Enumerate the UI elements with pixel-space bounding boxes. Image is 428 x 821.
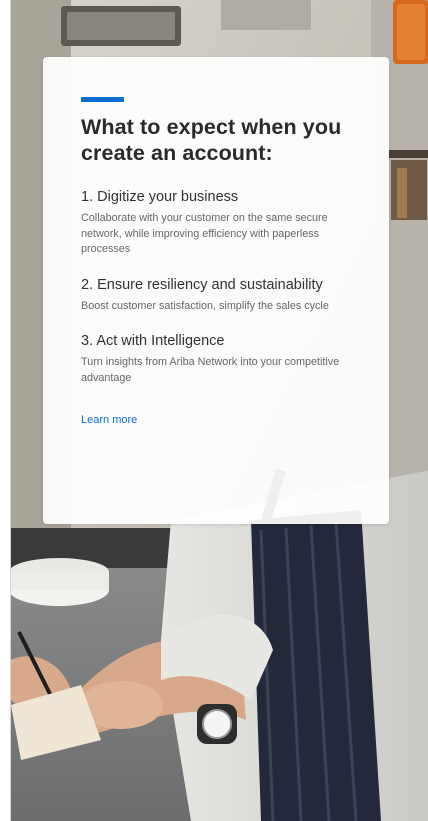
step-description: Turn insights from Ariba Network into yo… [81,356,340,384]
step-1: 1. Digitize your business Collaborate wi… [81,188,351,258]
step-description: Boost customer satisfaction, simplify th… [81,299,329,312]
card-title: What to expect when you create an accoun… [81,115,342,165]
accent-bar [81,97,124,102]
learn-more-link[interactable]: Learn more [81,414,137,426]
step-description: Collaborate with your customer on the sa… [81,212,328,255]
hero-panel: What to expect when you create an accoun… [10,0,428,821]
step-3: 3. Act with Intelligence Turn insights f… [81,332,351,386]
step-heading: 3. Act with Intelligence [81,333,225,349]
step-heading: 1. Digitize your business [81,189,239,205]
info-card: What to expect when you create an accoun… [43,57,389,524]
step-2: 2. Ensure resiliency and sustainability … [81,276,351,315]
step-heading: 2. Ensure resiliency and sustainability [81,276,323,293]
